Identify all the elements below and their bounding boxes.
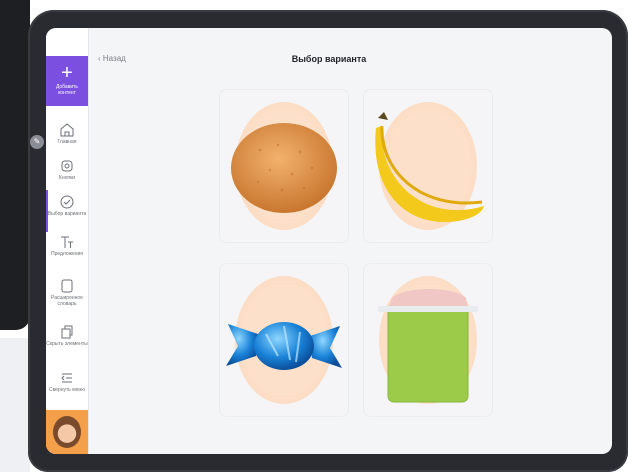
cookie-icon bbox=[231, 123, 337, 213]
buttons-icon bbox=[61, 160, 73, 172]
sidebar-item-home[interactable]: Главная bbox=[46, 122, 88, 145]
sidebar-item-label: Выбор варианта bbox=[47, 211, 87, 217]
sidebar-item-choice[interactable]: Выбор варианта bbox=[46, 190, 88, 232]
banana-icon bbox=[375, 112, 484, 222]
sidebar-item-label: Свернуть меню bbox=[48, 387, 86, 393]
choice-icon bbox=[60, 195, 74, 209]
option-card-candy[interactable] bbox=[220, 264, 348, 416]
option-card-banana[interactable] bbox=[364, 90, 492, 242]
background-left-light bbox=[0, 338, 30, 472]
tablet-icon bbox=[61, 279, 73, 293]
tablet-frame: ✎ + Добавить контент Главная Кнопки Выбо… bbox=[28, 10, 628, 472]
candy-icon bbox=[226, 322, 342, 370]
text-icon bbox=[61, 236, 73, 248]
page-title: Выбор варианта bbox=[291, 54, 367, 64]
sidebar-item-hide-elements[interactable]: Скрыть элементы bbox=[46, 324, 88, 347]
sidebar: + Добавить контент Главная Кнопки Выбор … bbox=[46, 28, 89, 454]
sidebar-item-sentences[interactable]: Предложения bbox=[46, 234, 88, 257]
home-icon bbox=[60, 123, 74, 137]
sidebar-item-label: Кнопки bbox=[58, 175, 76, 181]
avatar-photo bbox=[53, 416, 81, 448]
sidebar-item-label: Скрыть элементы bbox=[46, 341, 88, 347]
collapse-menu-icon bbox=[61, 373, 72, 383]
app-screen: + Добавить контент Главная Кнопки Выбор … bbox=[46, 28, 612, 454]
add-content-label: Добавить контент bbox=[55, 84, 79, 96]
option-card-yogurt[interactable] bbox=[364, 264, 492, 416]
pencil-icon[interactable]: ✎ bbox=[30, 135, 44, 149]
sidebar-item-collapse-menu[interactable]: Свернуть меню bbox=[46, 370, 88, 393]
yogurt-icon bbox=[378, 289, 478, 403]
sidebar-item-label: Расширенное словарь bbox=[51, 295, 83, 307]
option-card-cookie[interactable] bbox=[220, 90, 348, 242]
sidebar-item-label: Главная bbox=[57, 139, 77, 145]
plus-icon: + bbox=[61, 62, 73, 84]
avatar[interactable] bbox=[46, 410, 88, 454]
sidebar-item-label: Предложения bbox=[50, 251, 84, 257]
background-left-dark bbox=[0, 0, 30, 330]
sidebar-item-extended-dictionary[interactable]: Расширенное словарь bbox=[46, 278, 88, 307]
sidebar-item-buttons[interactable]: Кнопки bbox=[46, 158, 88, 181]
hide-icon bbox=[61, 325, 73, 339]
